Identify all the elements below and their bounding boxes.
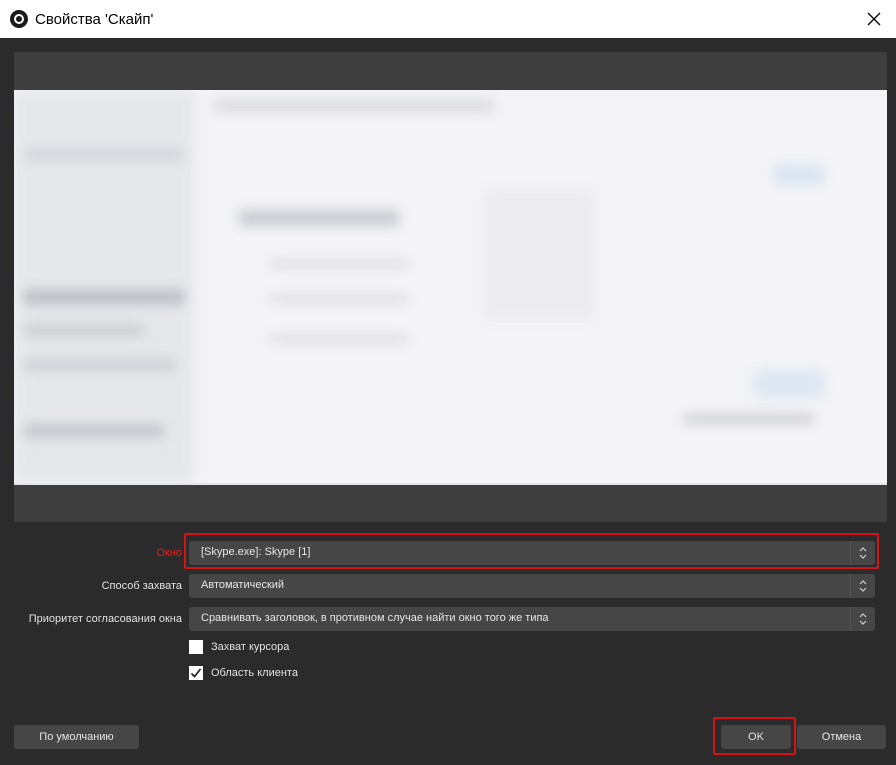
up-down-chevron-icon bbox=[859, 547, 867, 559]
client-area-label: Область клиента bbox=[211, 667, 298, 679]
priority-select[interactable]: Сравнивать заголовок, в противном случае… bbox=[189, 607, 875, 631]
up-down-chevron-icon bbox=[859, 613, 867, 625]
ok-button[interactable]: OK bbox=[721, 725, 791, 749]
capture-cursor-checkbox[interactable] bbox=[189, 640, 203, 654]
window-title: Свойства 'Скайп' bbox=[35, 10, 154, 28]
capture-method-select[interactable]: Автоматический bbox=[189, 574, 875, 598]
capture-method-value: Автоматический bbox=[201, 579, 285, 591]
priority-spin[interactable] bbox=[850, 607, 875, 631]
title-bar: Свойства 'Скайп' bbox=[0, 0, 896, 38]
capture-cursor-label: Захват курсора bbox=[211, 641, 290, 653]
client-area-option[interactable]: Область клиента bbox=[189, 666, 298, 680]
close-button[interactable] bbox=[864, 9, 884, 29]
checkmark-icon bbox=[190, 668, 202, 678]
priority-value: Сравнивать заголовок, в противном случае… bbox=[201, 612, 549, 624]
window-select-spin[interactable] bbox=[850, 541, 875, 565]
capture-method-spin[interactable] bbox=[850, 574, 875, 598]
close-icon bbox=[867, 12, 881, 26]
window-select-value: [Skype.exe]: Skype [1] bbox=[201, 546, 311, 558]
capture-cursor-option[interactable]: Захват курсора bbox=[189, 640, 289, 654]
preview-divider bbox=[14, 483, 887, 485]
capture-method-label: Способ захвата bbox=[101, 580, 182, 592]
up-down-chevron-icon bbox=[859, 580, 867, 592]
defaults-button[interactable]: По умолчанию bbox=[14, 725, 139, 749]
cancel-button[interactable]: Отмена bbox=[797, 725, 886, 749]
obs-icon bbox=[10, 10, 28, 28]
source-preview bbox=[14, 52, 887, 522]
client-area-checkbox[interactable] bbox=[189, 666, 203, 680]
window-select[interactable]: [Skype.exe]: Skype [1] bbox=[189, 541, 875, 565]
preview-image bbox=[14, 90, 887, 483]
priority-label: Приоритет согласования окна bbox=[28, 613, 182, 625]
properties-dialog: Свойства 'Скайп' Окно [Skype.exe]: Skype… bbox=[0, 0, 896, 765]
window-label: Окно bbox=[156, 547, 182, 559]
